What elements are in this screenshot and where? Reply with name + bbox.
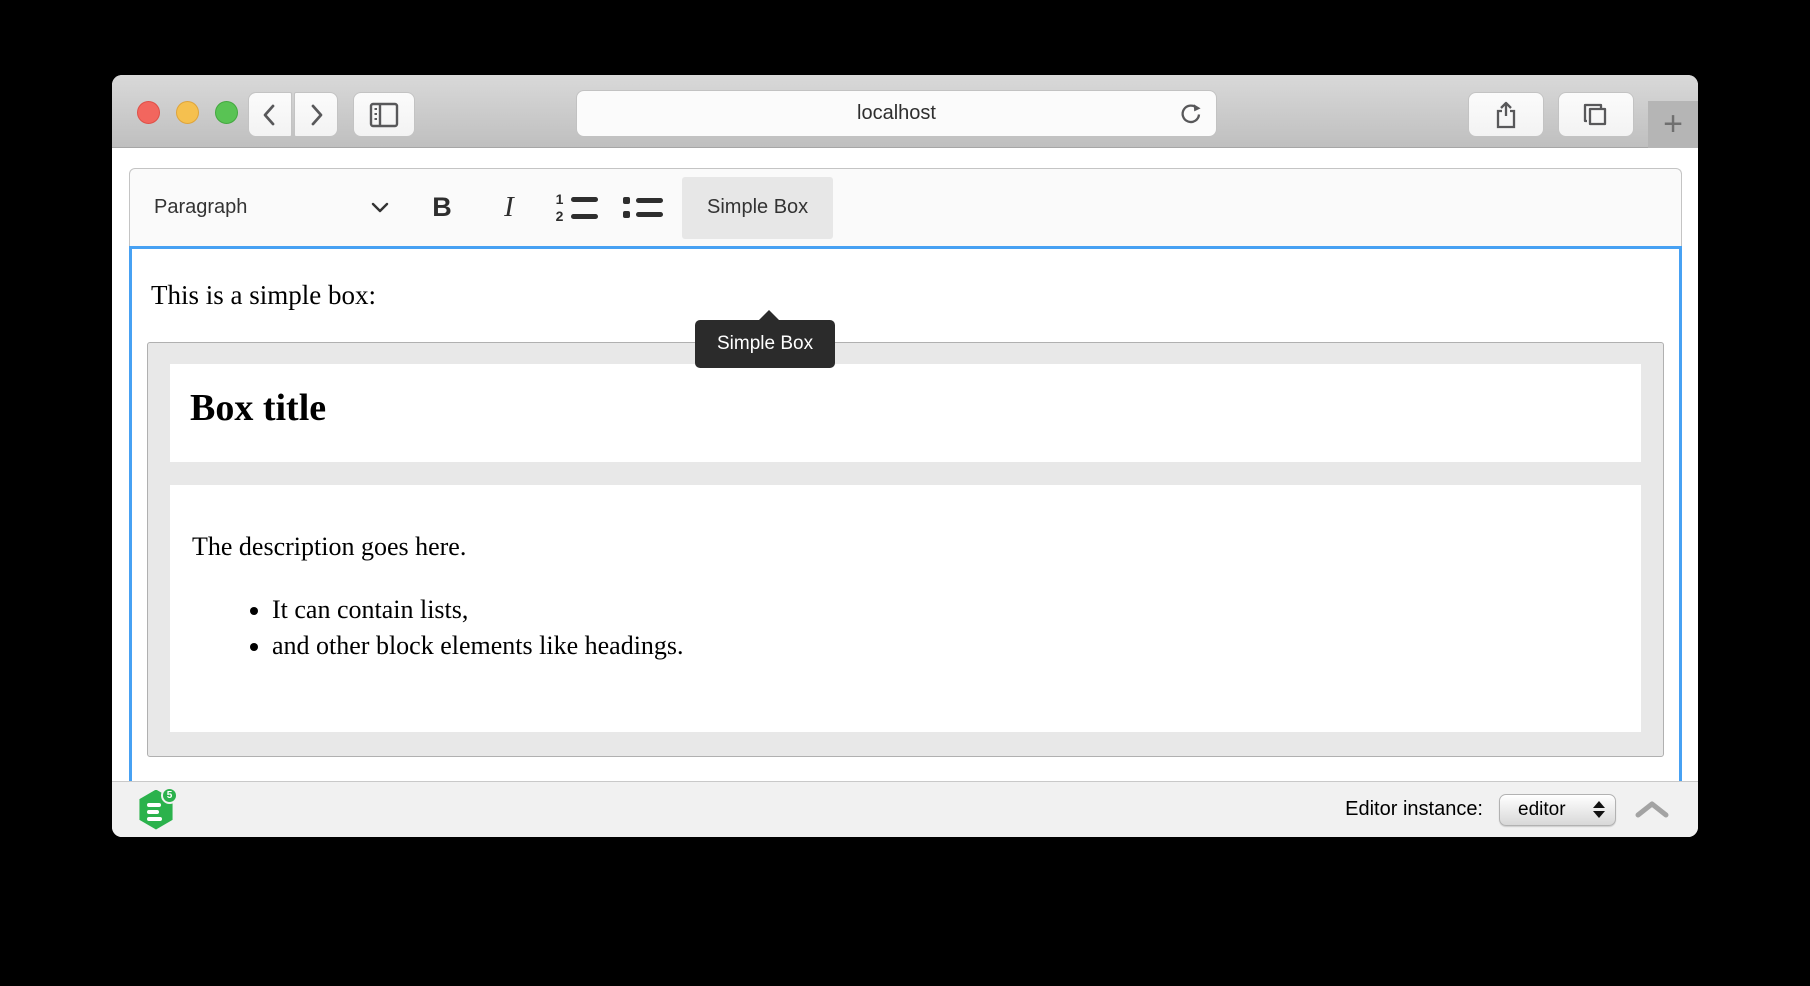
chevron-left-icon <box>258 102 282 128</box>
browser-window: localhost <box>112 75 1698 837</box>
window-controls <box>137 101 238 124</box>
italic-button[interactable]: I <box>481 177 537 239</box>
numbered-list-button[interactable]: 1 2 <box>548 177 604 239</box>
tabs-overview-icon <box>1581 101 1611 129</box>
simple-box-widget[interactable]: Box title The description goes here. It … <box>147 342 1664 757</box>
simple-box-tooltip: Simple Box <box>695 320 835 368</box>
zoom-window-button[interactable] <box>215 101 238 124</box>
bulleted-list-icon <box>623 197 663 218</box>
chevron-down-icon <box>370 201 390 214</box>
editor-toolbar: Paragraph B I 1 2 <box>129 168 1682 246</box>
simple-box-description-area[interactable]: The description goes here. It can contai… <box>170 485 1641 732</box>
bold-icon: B <box>432 192 452 223</box>
show-all-tabs-button[interactable] <box>1558 92 1634 137</box>
simple-box-button-label: Simple Box <box>707 196 808 219</box>
tooltip-text: Simple Box <box>717 333 813 355</box>
toolbar-button-group: B I 1 2 Simple <box>414 177 833 239</box>
close-window-button[interactable] <box>137 101 160 124</box>
back-button[interactable] <box>248 92 292 137</box>
editor-instance-label: Editor instance: <box>1345 798 1483 821</box>
bulleted-list-button[interactable] <box>615 177 671 239</box>
forward-button[interactable] <box>294 92 338 137</box>
bold-button[interactable]: B <box>414 177 470 239</box>
selected-instance-value: editor <box>1518 799 1566 821</box>
share-icon <box>1493 100 1519 130</box>
new-tab-button[interactable]: + <box>1648 101 1698 148</box>
sidebar-icon <box>368 101 400 129</box>
box-title-heading[interactable]: Box title <box>170 364 1641 430</box>
browser-titlebar: localhost <box>112 75 1698 148</box>
page-content: Paragraph B I 1 2 <box>112 148 1698 781</box>
editor-instance-select[interactable]: editor <box>1499 794 1616 826</box>
chevron-up-icon <box>1634 800 1670 820</box>
ckeditor5-logo: 5 <box>138 787 178 831</box>
description-paragraph[interactable]: The description goes here. <box>170 485 1641 562</box>
plus-icon: + <box>1663 105 1683 144</box>
chevron-right-icon <box>304 102 328 128</box>
share-button[interactable] <box>1468 92 1544 137</box>
inspector-controls: Editor instance: editor <box>1345 794 1672 826</box>
select-arrows-icon <box>1593 801 1605 818</box>
expand-inspector-button[interactable] <box>1632 795 1672 825</box>
heading-dropdown-value: Paragraph <box>154 196 247 219</box>
editor-editable-area[interactable]: This is a simple box: Box title The desc… <box>129 246 1682 781</box>
list-item[interactable]: It can contain lists, <box>272 592 1641 628</box>
address-bar[interactable]: localhost <box>576 90 1217 137</box>
sidebar-toggle-button[interactable] <box>353 92 415 137</box>
simple-box-button[interactable]: Simple Box <box>682 177 833 239</box>
inspector-bar: 5 Editor instance: editor <box>112 781 1698 837</box>
description-list: It can contain lists, and other block el… <box>192 592 1641 664</box>
simple-box-title-area[interactable]: Box title <box>170 364 1641 462</box>
italic-icon: I <box>504 191 514 224</box>
url-text: localhost <box>857 102 936 125</box>
refresh-icon[interactable] <box>1178 101 1204 128</box>
list-item[interactable]: and other block elements like headings. <box>272 628 1641 664</box>
intro-paragraph[interactable]: This is a simple box: <box>147 280 1664 311</box>
minimize-window-button[interactable] <box>176 101 199 124</box>
numbered-list-icon: 1 2 <box>555 194 598 221</box>
version-badge: 5 <box>161 787 178 804</box>
heading-dropdown[interactable]: Paragraph <box>154 177 400 239</box>
